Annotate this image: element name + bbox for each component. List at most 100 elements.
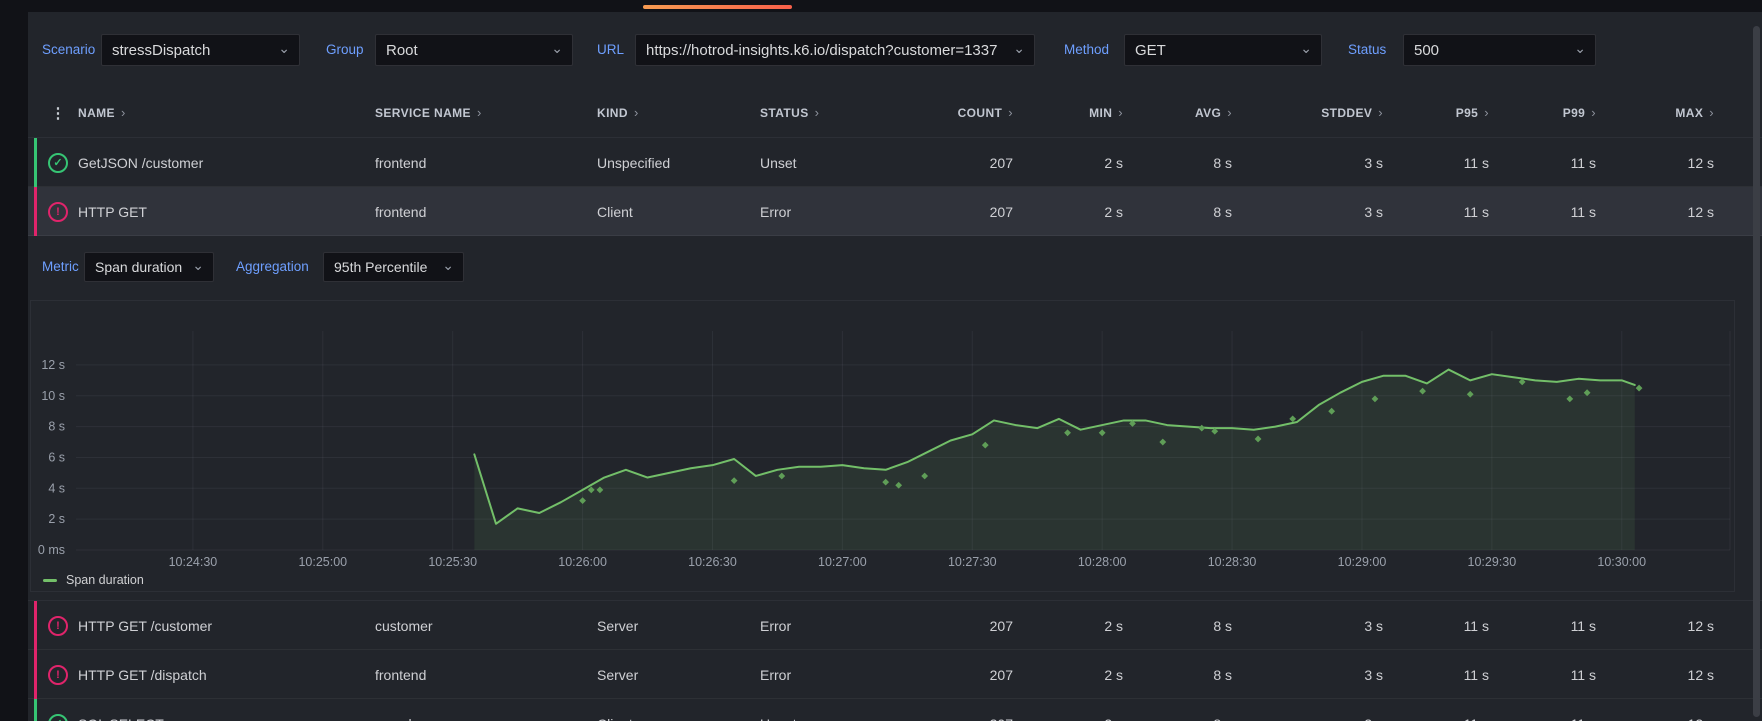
cell-kind: Unspecified [597, 155, 760, 171]
column-header-p95[interactable]: P95› [1383, 105, 1489, 120]
scenario-value: stressDispatch [112, 42, 210, 59]
chart-plot[interactable]: 0 ms2 s4 s6 s8 s10 s12 s10:24:3010:25:00… [31, 301, 1734, 591]
cell-p95: 11 s [1383, 204, 1489, 220]
cell-stddev: 3 s [1232, 667, 1383, 683]
cell-stddev: 3 s [1232, 204, 1383, 220]
column-header-min[interactable]: MIN› [1013, 105, 1123, 120]
span-table-bottom: ! HTTP GET /customer customer Server Err… [28, 600, 1762, 721]
status-icon: ✓ [48, 714, 68, 721]
table-row[interactable]: ! HTTP GET /customer customer Server Err… [28, 601, 1762, 650]
sort-chevron-icon: › [634, 105, 639, 120]
svg-text:10 s: 10 s [41, 389, 65, 403]
table-header: ⋮ NAME› SERVICE NAME› KIND› STATUS› COUN… [28, 88, 1762, 138]
cell-max: 12 s [1596, 618, 1714, 634]
column-header-p99[interactable]: P99› [1489, 105, 1596, 120]
column-header-stddev[interactable]: STDDEV› [1232, 105, 1383, 120]
cell-name: GetJSON /customer [78, 155, 375, 171]
cell-status: Unset [760, 716, 905, 721]
status-dropdown[interactable]: 500 ⌄ [1403, 34, 1596, 66]
cell-status: Error [760, 204, 905, 220]
cell-avg: 8 s [1123, 667, 1232, 683]
svg-text:10:27:00: 10:27:00 [818, 555, 867, 569]
row-status-accent [34, 138, 37, 187]
metric-dropdown[interactable]: Span duration ⌄ [84, 252, 214, 282]
cell-status: Error [760, 618, 905, 634]
sort-chevron-icon: › [121, 105, 126, 120]
chevron-down-icon: ⌄ [278, 40, 290, 57]
cell-p99: 11 s [1489, 667, 1596, 683]
svg-text:10:30:00: 10:30:00 [1597, 555, 1646, 569]
cell-count: 207 [905, 716, 1013, 721]
cell-max: 12 s [1596, 716, 1714, 721]
row-status-accent [34, 187, 37, 236]
cell-service-name: frontend [375, 204, 597, 220]
cell-p99: 11 s [1489, 204, 1596, 220]
status-icon: ✓ [48, 153, 68, 173]
status-label: Status [1348, 34, 1386, 66]
cell-service-name: mysql [375, 716, 597, 721]
chevron-down-icon: ⌄ [192, 257, 204, 274]
cell-kind: Server [597, 618, 760, 634]
cell-p95: 11 s [1383, 155, 1489, 171]
column-header-avg[interactable]: AVG› [1123, 105, 1232, 120]
cell-min: 2 s [1013, 716, 1123, 721]
cell-name: HTTP GET /dispatch [78, 667, 375, 683]
sort-chevron-icon: › [1709, 105, 1714, 120]
svg-text:8 s: 8 s [48, 420, 65, 434]
cell-max: 12 s [1596, 204, 1714, 220]
svg-text:10:26:30: 10:26:30 [688, 555, 737, 569]
url-dropdown[interactable]: https://hotrod-insights.k6.io/dispatch?c… [635, 34, 1035, 66]
cell-status: Error [760, 667, 905, 683]
cell-service-name: frontend [375, 155, 597, 171]
cell-min: 2 s [1013, 667, 1123, 683]
table-row[interactable]: ! HTTP GET /dispatch frontend Server Err… [28, 650, 1762, 699]
chart-legend[interactable]: Span duration [43, 573, 144, 587]
cell-p99: 11 s [1489, 155, 1596, 171]
scrollbar-thumb[interactable] [1753, 26, 1760, 717]
cell-min: 2 s [1013, 155, 1123, 171]
url-label: URL [597, 34, 624, 66]
cell-stddev: 3 s [1232, 618, 1383, 634]
cell-avg: 8 s [1123, 716, 1232, 721]
table-row[interactable]: ✓ GetJSON /customer frontend Unspecified… [28, 138, 1762, 187]
cell-p95: 11 s [1383, 618, 1489, 634]
column-header-name[interactable]: NAME› [78, 105, 375, 120]
svg-text:10:25:00: 10:25:00 [298, 555, 347, 569]
column-header-kind[interactable]: KIND› [597, 105, 760, 120]
column-header-service-name[interactable]: SERVICE NAME› [375, 105, 597, 120]
svg-text:10:24:30: 10:24:30 [169, 555, 218, 569]
group-value: Root [386, 42, 418, 59]
cell-count: 207 [905, 667, 1013, 683]
cell-name: HTTP GET /customer [78, 618, 375, 634]
aggregation-label: Aggregation [236, 252, 309, 282]
column-header-max[interactable]: MAX› [1596, 105, 1714, 120]
span-duration-chart[interactable]: 0 ms2 s4 s6 s8 s10 s12 s10:24:3010:25:00… [30, 300, 1735, 592]
svg-text:10:28:00: 10:28:00 [1078, 555, 1127, 569]
chevron-down-icon: ⌄ [1013, 40, 1025, 57]
table-row[interactable]: ✓ SQL SELECT mysql Client Unset 207 2 s … [28, 699, 1762, 721]
aggregation-dropdown[interactable]: 95th Percentile ⌄ [323, 252, 464, 282]
chevron-down-icon: ⌄ [1300, 40, 1312, 57]
scenario-label: Scenario [42, 34, 95, 66]
url-value: https://hotrod-insights.k6.io/dispatch?c… [646, 42, 997, 59]
scenario-dropdown[interactable]: stressDispatch ⌄ [101, 34, 300, 66]
svg-text:2 s: 2 s [48, 512, 65, 526]
status-icon: ! [48, 665, 68, 685]
cell-avg: 8 s [1123, 618, 1232, 634]
svg-text:0 ms: 0 ms [38, 543, 65, 557]
row-status-accent [34, 601, 37, 650]
column-header-count[interactable]: COUNT› [905, 105, 1013, 120]
loading-indicator-bar [643, 5, 792, 9]
cell-max: 12 s [1596, 155, 1714, 171]
svg-text:10:29:30: 10:29:30 [1468, 555, 1517, 569]
kebab-menu-icon[interactable]: ⋮ [38, 104, 78, 122]
column-header-status[interactable]: STATUS› [760, 105, 905, 120]
method-dropdown[interactable]: GET ⌄ [1124, 34, 1322, 66]
metric-value: Span duration [95, 259, 182, 275]
cell-service-name: customer [375, 618, 597, 634]
cell-min: 2 s [1013, 204, 1123, 220]
table-row[interactable]: ! HTTP GET frontend Client Error 207 2 s… [28, 187, 1762, 236]
group-dropdown[interactable]: Root ⌄ [375, 34, 573, 66]
cell-avg: 8 s [1123, 204, 1232, 220]
chevron-down-icon: ⌄ [1574, 40, 1586, 57]
